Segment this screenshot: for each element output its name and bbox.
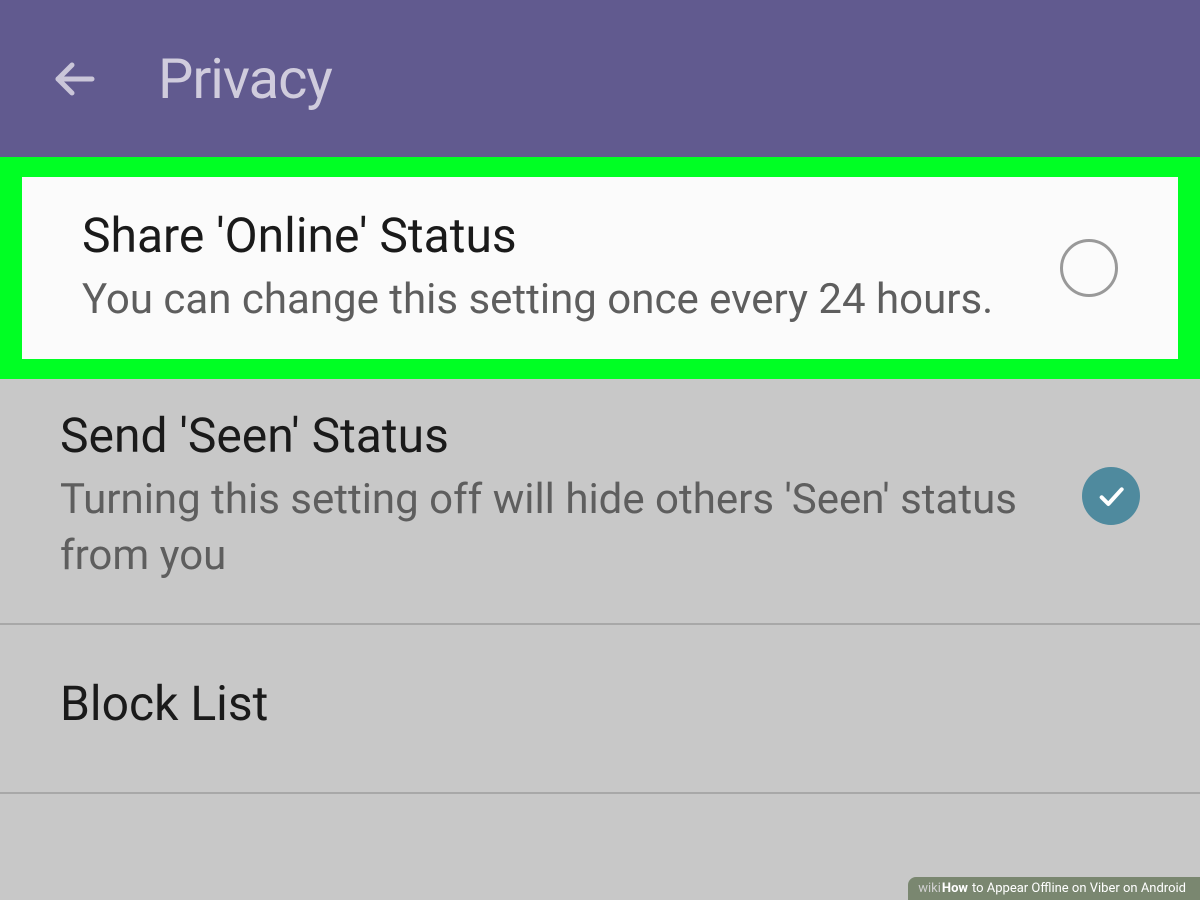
watermark-wiki: wiki (918, 881, 941, 896)
send-seen-title: Send 'Seen' Status (60, 407, 1042, 464)
block-list-row[interactable]: Block List (0, 625, 1200, 794)
watermark-how: How (942, 881, 968, 896)
radio-checked-icon[interactable] (1082, 467, 1140, 525)
send-seen-status-row[interactable]: Send 'Seen' Status Turning this setting … (0, 379, 1200, 625)
page-title: Privacy (158, 46, 332, 112)
app-header: Privacy (0, 0, 1200, 157)
share-online-title: Share 'Online' Status (82, 207, 1020, 264)
radio-unchecked-icon[interactable] (1060, 239, 1118, 297)
highlighted-setting: Share 'Online' Status You can change thi… (0, 157, 1200, 379)
back-arrow-icon[interactable] (50, 55, 98, 103)
share-online-status-row[interactable]: Share 'Online' Status You can change thi… (22, 177, 1178, 359)
block-list-title: Block List (60, 675, 1140, 732)
send-seen-description: Turning this setting off will hide other… (60, 472, 1042, 585)
wikihow-watermark: wiki How to Appear Offline on Viber on A… (908, 877, 1200, 900)
watermark-text: to Appear Offline on Viber on Android (972, 881, 1186, 896)
setting-text-block: Share 'Online' Status You can change thi… (82, 207, 1060, 329)
share-online-description: You can change this setting once every 2… (82, 272, 1020, 329)
setting-text-block: Send 'Seen' Status Turning this setting … (60, 407, 1082, 585)
